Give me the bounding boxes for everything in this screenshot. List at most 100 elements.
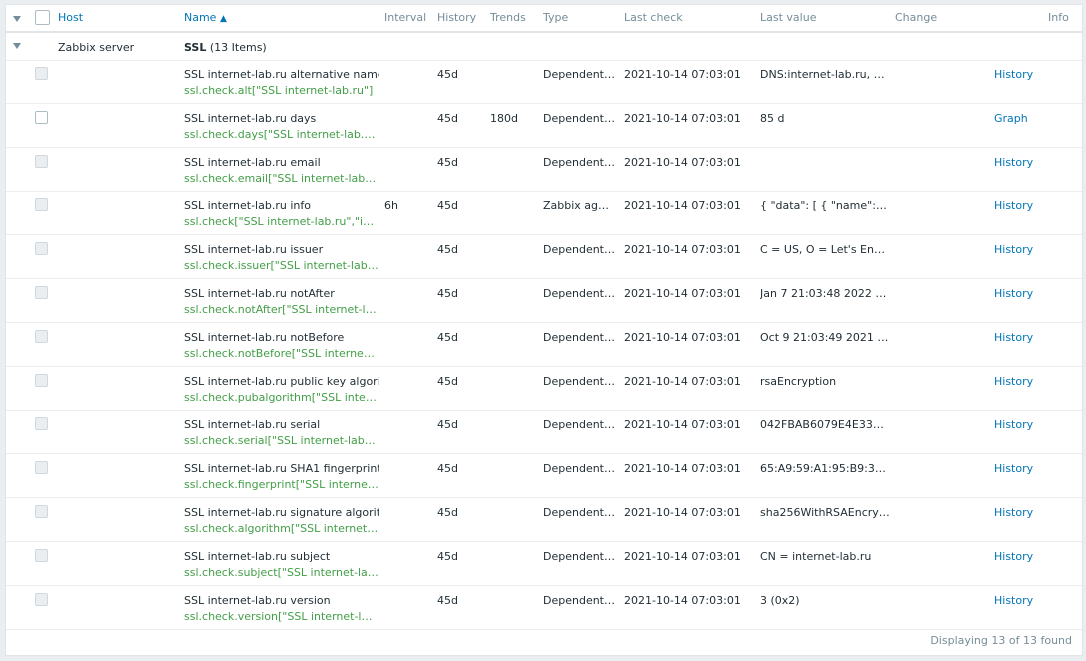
item-key[interactable]: ssl.check.algorithm["SSL internet-lab...…: [184, 522, 379, 535]
collapse-group-icon[interactable]: [13, 43, 21, 49]
item-name: SSL internet-lab.ru version: [184, 594, 331, 607]
column-name[interactable]: Name ▲: [184, 11, 227, 24]
table-row: SSL internet-lab.ru days ssl.check.days["…: [6, 104, 1082, 148]
group-app-name: SSL: [184, 41, 207, 54]
table-row: SSL internet-lab.ru notAfter ssl.check.no…: [6, 279, 1082, 323]
row-checkbox[interactable]: [35, 417, 48, 430]
item-history: 45d: [437, 243, 458, 256]
group-host-label: Zabbix server: [58, 41, 135, 54]
item-key[interactable]: ssl.check["SSL internet-lab.ru","intern.…: [184, 215, 379, 228]
item-last-check: 2021-10-14 07:03:01: [624, 199, 741, 212]
item-action-link[interactable]: History: [994, 199, 1033, 212]
row-checkbox[interactable]: [35, 593, 48, 606]
column-change: Change: [895, 11, 938, 24]
item-last-check: 2021-10-14 07:03:01: [624, 506, 741, 519]
row-checkbox[interactable]: [35, 242, 48, 255]
column-history: History: [437, 11, 477, 24]
item-last-value: 85 d: [760, 112, 785, 125]
group-item-count: (13 Items): [209, 41, 267, 54]
item-last-check: 2021-10-14 07:03:01: [624, 68, 741, 81]
table-header: Host Name ▲ Interval History Trends Type…: [6, 5, 1082, 33]
select-all-checkbox[interactable]: [35, 10, 50, 25]
pagination-summary: Displaying 13 of 13 found: [930, 634, 1072, 647]
item-last-value: { "data": [ { "name": "SS...: [760, 199, 890, 212]
item-action-link[interactable]: History: [994, 331, 1033, 344]
item-last-value: CN = internet-lab.ru: [760, 550, 872, 563]
item-type: Dependent i...: [543, 112, 615, 125]
item-action-link[interactable]: History: [994, 68, 1033, 81]
item-last-value: 042FBAB6079E4E33D...: [760, 418, 890, 431]
item-history: 45d: [437, 375, 458, 388]
item-history: 45d: [437, 506, 458, 519]
column-host[interactable]: Host: [58, 11, 83, 24]
item-interval: 6h: [384, 199, 398, 212]
item-action-link[interactable]: History: [994, 375, 1033, 388]
item-key[interactable]: ssl.check.issuer["SSL internet-lab.ru"]: [184, 259, 379, 272]
item-key[interactable]: ssl.check.pubalgorithm["SSL internet-...: [184, 391, 379, 404]
item-key[interactable]: ssl.check.alt["SSL internet-lab.ru"]: [184, 84, 379, 97]
table-row: SSL internet-lab.ru notBefore ssl.check.n…: [6, 323, 1082, 367]
table-row: SSL internet-lab.ru signature algorithm s…: [6, 498, 1082, 542]
item-history: 45d: [437, 199, 458, 212]
item-action-link[interactable]: History: [994, 550, 1033, 563]
item-action-link[interactable]: History: [994, 594, 1033, 607]
item-action-link[interactable]: Graph: [994, 112, 1028, 125]
item-key[interactable]: ssl.check.serial["SSL internet-lab.ru"]: [184, 434, 379, 447]
row-checkbox[interactable]: [35, 198, 48, 211]
group-host[interactable]: Zabbix server: [58, 41, 135, 54]
item-last-check: 2021-10-14 07:03:01: [624, 331, 741, 344]
item-last-check: 2021-10-14 07:03:01: [624, 375, 741, 388]
item-history: 45d: [437, 550, 458, 563]
item-last-value: Jan 7 21:03:48 2022 GMT: [760, 287, 890, 300]
row-checkbox[interactable]: [35, 155, 48, 168]
item-last-check: 2021-10-14 07:03:01: [624, 112, 741, 125]
item-type: Dependent i...: [543, 68, 615, 81]
item-last-check: 2021-10-14 07:03:01: [624, 418, 741, 431]
table-row: SSL internet-lab.ru serial ssl.check.seri…: [6, 410, 1082, 454]
item-key-text: ssl.check["SSL internet-lab.ru","intern.…: [184, 215, 379, 228]
row-checkbox[interactable]: [35, 505, 48, 518]
item-action-link[interactable]: History: [994, 287, 1033, 300]
table-row: SSL internet-lab.ru info ssl.check["SSL i…: [6, 191, 1082, 235]
row-checkbox[interactable]: [35, 549, 48, 562]
item-key[interactable]: ssl.check.notBefore["SSL internet-lab...: [184, 347, 379, 360]
item-name: SSL internet-lab.ru info: [184, 199, 311, 212]
row-checkbox[interactable]: [35, 330, 48, 343]
item-key[interactable]: ssl.check.version["SSL internet-lab.ru"]: [184, 610, 379, 623]
item-last-check: 2021-10-14 07:03:01: [624, 287, 741, 300]
item-history: 45d: [437, 156, 458, 169]
item-name: SSL internet-lab.ru alternative name: [184, 68, 379, 81]
column-trends: Trends: [490, 11, 526, 24]
row-checkbox[interactable]: [35, 67, 48, 80]
item-history: 45d: [437, 68, 458, 81]
item-last-value: sha256WithRSAEncryp...: [760, 506, 890, 519]
item-name: SSL internet-lab.ru subject: [184, 550, 331, 563]
item-key[interactable]: ssl.check.notAfter["SSL internet-lab.ru"…: [184, 303, 379, 316]
row-checkbox[interactable]: [35, 111, 48, 124]
item-action-link[interactable]: History: [994, 462, 1033, 475]
item-action-link[interactable]: History: [994, 243, 1033, 256]
row-checkbox[interactable]: [35, 461, 48, 474]
collapse-all-icon[interactable]: [13, 16, 21, 22]
item-action-link[interactable]: History: [994, 156, 1033, 169]
table-row: SSL internet-lab.ru subject ssl.check.sub…: [6, 542, 1082, 586]
item-action-link[interactable]: History: [994, 418, 1033, 431]
row-checkbox[interactable]: [35, 286, 48, 299]
item-type: Dependent i...: [543, 462, 615, 475]
item-history: 45d: [437, 594, 458, 607]
item-name: SSL internet-lab.ru public key algorithm: [184, 375, 379, 388]
group-row: Zabbix server SSL (13 Items): [6, 33, 1082, 61]
item-name: SSL internet-lab.ru days: [184, 112, 317, 125]
item-key[interactable]: ssl.check.days["SSL internet-lab.ru"]: [184, 128, 379, 141]
table-row: SSL internet-lab.ru alternative name ssl.…: [6, 60, 1082, 104]
item-key[interactable]: ssl.check.subject["SSL internet-lab.ru"]: [184, 566, 379, 579]
item-last-value: 65:A9:59:A1:95:B9:3C:...: [760, 462, 890, 475]
item-key[interactable]: ssl.check.email["SSL internet-lab.ru"]: [184, 172, 379, 185]
row-checkbox[interactable]: [35, 374, 48, 387]
item-action-link[interactable]: History: [994, 506, 1033, 519]
item-key-text: ssl.check.notAfter["SSL internet-lab.ru"…: [184, 303, 379, 316]
item-history: 45d: [437, 287, 458, 300]
item-key[interactable]: ssl.check.fingerprint["SSL internet-lab.…: [184, 478, 379, 491]
item-last-value: C = US, O = Let's Encry...: [760, 243, 890, 256]
item-type: Dependent i...: [543, 156, 615, 169]
